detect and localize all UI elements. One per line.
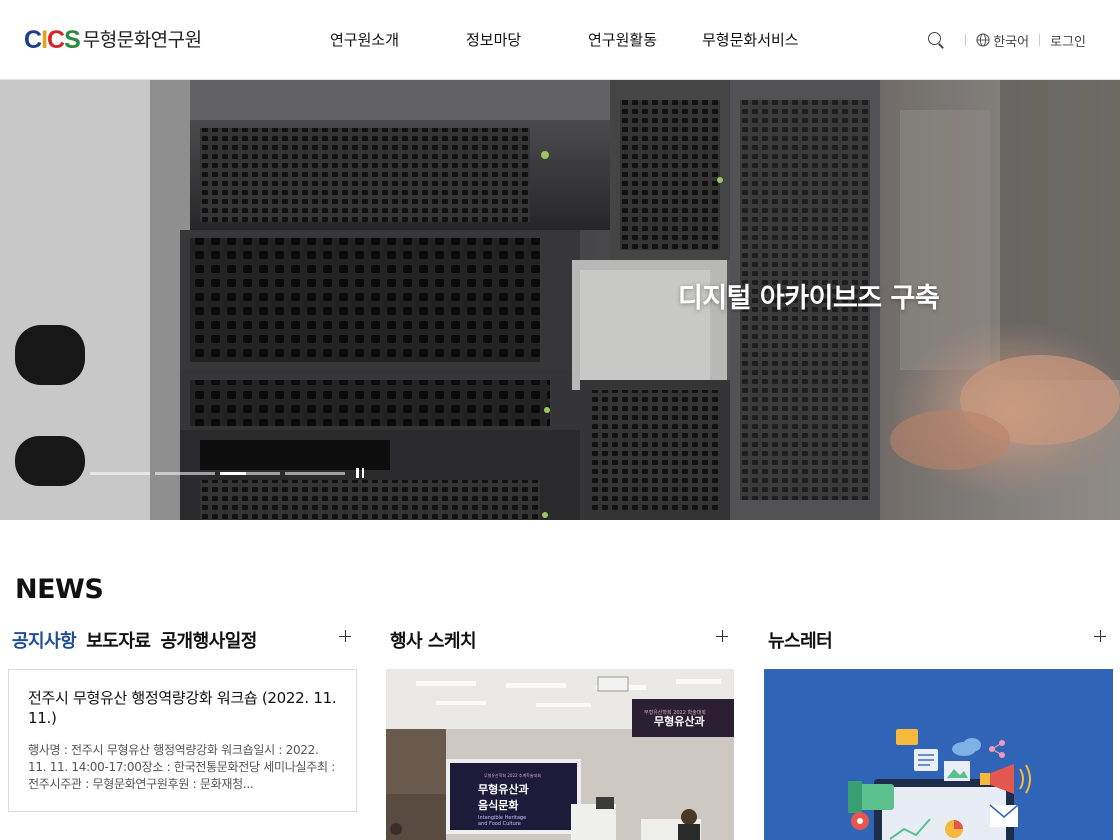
search-icon[interactable] — [927, 31, 945, 49]
slide-indicator-2[interactable] — [155, 471, 215, 475]
divider — [965, 34, 967, 46]
newsletter-illustration — [764, 669, 1113, 840]
divider — [1039, 34, 1041, 46]
screen-title-line1: 무형유산과 — [478, 782, 529, 796]
screen-sub-line2: and Food Culture — [478, 821, 521, 827]
login-link[interactable]: 로그인 — [1050, 31, 1086, 50]
screen-small-text: 무형유산학회 2022 추계학술대회 — [484, 772, 541, 778]
newsletter-heading: 뉴스레터 — [768, 626, 833, 654]
logo-letter-c: C — [24, 26, 42, 54]
hero-caption: 디지털 아카이브즈 구축 — [678, 283, 940, 314]
screen-title-line2: 음식문화 — [478, 798, 518, 812]
nav-item-about[interactable]: 연구원소개 — [330, 28, 399, 52]
logo-letter-s: S — [64, 26, 81, 54]
language-label: 한국어 — [993, 34, 1030, 50]
notice-body: 행사명 : 전주시 무형유산 행정역량강화 워크숍일시 : 2022. 11. … — [28, 743, 335, 791]
sketch-heading: 행사 스케치 — [390, 626, 477, 654]
sketch-title[interactable]: 행사 스케치 — [390, 627, 477, 653]
news-section-title: NEWS — [15, 574, 104, 605]
tab-notices[interactable]: 공지사항 — [12, 627, 77, 653]
site-logo[interactable]: CICS 무형문화연구원 — [24, 26, 202, 54]
sketch-image: 무형유산학회 2022 학술대회 무형유산과 무형유산학회 2022 추계학술대… — [386, 669, 734, 840]
newsletter-more-icon[interactable] — [1094, 630, 1106, 642]
slide-indicator-1[interactable] — [90, 471, 150, 475]
globe-icon — [976, 33, 990, 47]
pause-icon[interactable] — [356, 468, 364, 478]
newsletter-title[interactable]: 뉴스레터 — [768, 627, 833, 653]
nav-item-activities[interactable]: 연구원활동 — [588, 28, 657, 52]
language-selector[interactable]: 한국어 — [976, 31, 1029, 50]
sketch-more-icon[interactable] — [716, 630, 728, 642]
site-header: CICS 무형문화연구원 연구원소개 정보마당 연구원활동 무형문화서비스 한국… — [0, 0, 1120, 80]
slide-indicator-3[interactable] — [220, 471, 280, 475]
logo-name: 무형문화연구원 — [82, 29, 202, 51]
hero-image — [0, 80, 1120, 520]
notice-card[interactable]: 전주시 무형유산 행정역량강화 워크숍 (2022. 11. 11.) 행사명 … — [8, 669, 357, 812]
nav-item-services[interactable]: 무형문화서비스 — [702, 28, 799, 52]
tab-press[interactable]: 보도자료 — [86, 627, 151, 653]
logo-mark: CICS — [24, 26, 81, 54]
tab-events[interactable]: 공개행사일정 — [161, 627, 258, 653]
sketch-thumbnail[interactable]: 무형유산학회 2022 학술대회 무형유산과 무형유산학회 2022 추계학술대… — [386, 669, 734, 840]
newsletter-thumbnail[interactable] — [764, 669, 1113, 840]
nav-item-info[interactable]: 정보마당 — [466, 28, 521, 52]
notice-title: 전주시 무형유산 행정역량강화 워크숍 (2022. 11. 11.) — [28, 689, 337, 727]
hero-slider: 디지털 아카이브즈 구축 — [0, 80, 1120, 520]
logo-letter-c2: C — [47, 26, 65, 54]
header-utilities: 한국어 로그인 — [927, 28, 1086, 52]
notice-more-icon[interactable] — [339, 630, 351, 642]
slide-indicators — [90, 468, 364, 478]
notice-tabs: 공지사항 보도자료 공개행사일정 — [12, 626, 267, 654]
banner-text: 무형유산과 — [654, 714, 705, 728]
slide-indicator-4[interactable] — [285, 471, 345, 475]
